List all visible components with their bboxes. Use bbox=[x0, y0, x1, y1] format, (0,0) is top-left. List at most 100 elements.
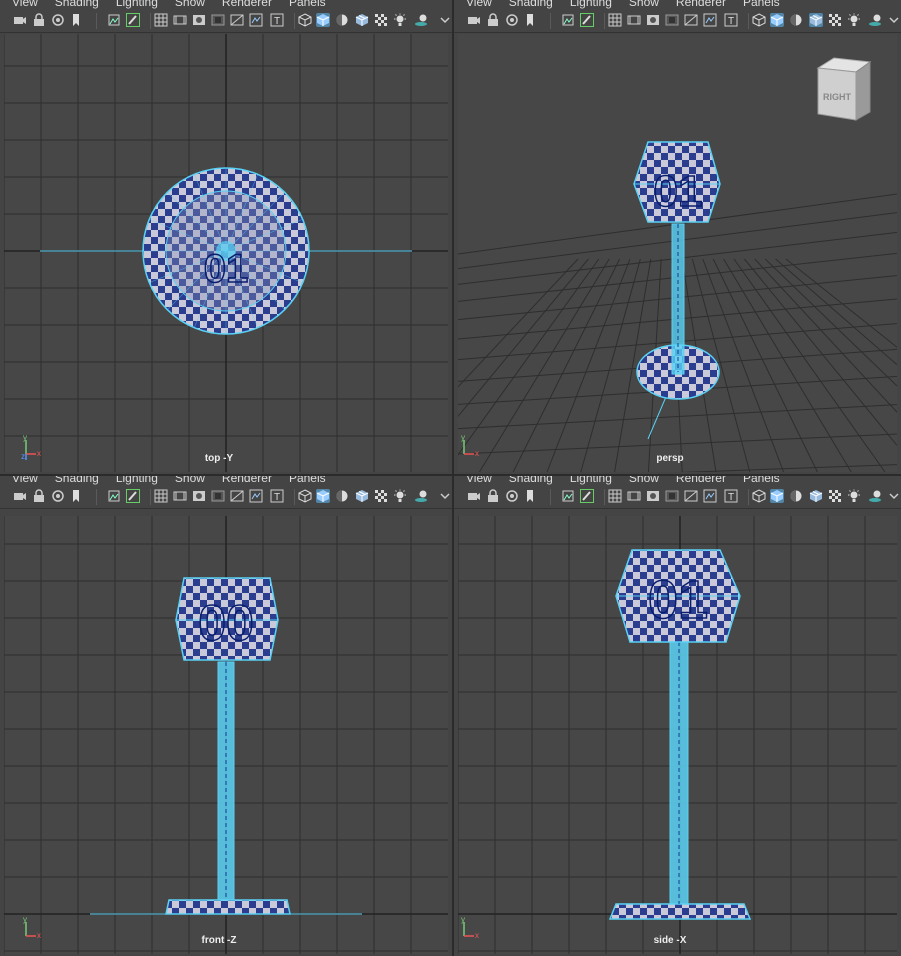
camera-icon[interactable] bbox=[467, 489, 481, 503]
field-chart-icon[interactable] bbox=[684, 489, 698, 503]
camera-lock-icon[interactable] bbox=[32, 489, 46, 503]
axis-gizmo: yx bbox=[20, 915, 46, 942]
textured-icon[interactable] bbox=[828, 13, 842, 27]
smooth-shade-icon[interactable] bbox=[316, 13, 330, 27]
viewport-front[interactable]: 00 front -Z y x bbox=[4, 516, 448, 954]
axis-y-label: y bbox=[23, 916, 27, 924]
camera-lock-icon[interactable] bbox=[486, 489, 500, 503]
textured-icon[interactable] bbox=[828, 489, 842, 503]
film-gate-icon[interactable] bbox=[173, 13, 187, 27]
camera-attributes-icon[interactable] bbox=[505, 13, 519, 27]
toolbar-overflow-icon[interactable] bbox=[438, 489, 452, 503]
default-material-icon[interactable] bbox=[789, 489, 803, 503]
safe-action-icon[interactable] bbox=[703, 489, 717, 503]
toolbar-overflow-icon[interactable] bbox=[887, 489, 901, 503]
image-plane-icon[interactable] bbox=[561, 489, 575, 503]
wireframe-on-shaded-icon[interactable] bbox=[809, 489, 823, 503]
resolution-gate-icon[interactable] bbox=[192, 489, 206, 503]
safe-action-icon[interactable] bbox=[703, 13, 717, 27]
grid-icon[interactable] bbox=[608, 13, 622, 27]
use-all-lights-icon[interactable] bbox=[847, 13, 861, 27]
resolution-gate-icon[interactable] bbox=[646, 489, 660, 503]
toolbar-overflow-icon[interactable] bbox=[887, 13, 901, 27]
camera-icon[interactable] bbox=[13, 13, 27, 27]
resolution-gate-icon[interactable] bbox=[646, 13, 660, 27]
shadows-icon[interactable] bbox=[414, 13, 428, 27]
grid-icon[interactable] bbox=[608, 489, 622, 503]
grease-pencil-icon[interactable] bbox=[580, 489, 594, 503]
textured-icon[interactable] bbox=[374, 489, 388, 503]
axis-y-label: y bbox=[23, 434, 27, 442]
resolution-gate-icon[interactable] bbox=[192, 13, 206, 27]
toolbar-separator bbox=[604, 489, 605, 505]
wireframe-icon[interactable] bbox=[752, 13, 766, 27]
camera-icon[interactable] bbox=[467, 13, 481, 27]
grid-icon[interactable] bbox=[154, 489, 168, 503]
field-chart-icon[interactable] bbox=[230, 489, 244, 503]
smooth-shade-icon[interactable] bbox=[770, 13, 784, 27]
view-cube[interactable]: RIGHT bbox=[808, 54, 872, 129]
toolbar-separator bbox=[748, 489, 749, 505]
bookmark-icon[interactable] bbox=[523, 13, 537, 27]
toolbar-overflow-icon[interactable] bbox=[438, 13, 452, 27]
wireframe-icon[interactable] bbox=[298, 489, 312, 503]
camera-attributes-icon[interactable] bbox=[51, 489, 65, 503]
safe-title-icon[interactable]: T bbox=[724, 13, 738, 27]
camera-lock-icon[interactable] bbox=[486, 13, 500, 27]
safe-title-icon[interactable]: T bbox=[270, 13, 284, 27]
bookmark-icon[interactable] bbox=[69, 13, 83, 27]
camera-attributes-icon[interactable] bbox=[505, 489, 519, 503]
toolbar-separator bbox=[604, 13, 605, 29]
default-material-icon[interactable] bbox=[335, 489, 349, 503]
grease-pencil-icon[interactable] bbox=[126, 13, 140, 27]
view-cube-label: RIGHT bbox=[823, 92, 852, 102]
film-gate-icon[interactable] bbox=[627, 13, 641, 27]
shadows-icon[interactable] bbox=[414, 489, 428, 503]
wireframe-on-shaded-icon[interactable] bbox=[809, 13, 823, 27]
image-plane-icon[interactable] bbox=[107, 489, 121, 503]
film-gate-icon[interactable] bbox=[627, 489, 641, 503]
use-all-lights-icon[interactable] bbox=[393, 13, 407, 27]
camera-name-label: side -X bbox=[653, 935, 687, 946]
grid-icon[interactable] bbox=[154, 13, 168, 27]
axis-y-label: y bbox=[461, 434, 465, 442]
field-chart-icon[interactable] bbox=[230, 13, 244, 27]
gate-mask-icon[interactable] bbox=[665, 489, 679, 503]
viewport-panel-persp: View Shading Lighting Show Renderer Panels T 01… bbox=[454, 0, 901, 474]
camera-attributes-icon[interactable] bbox=[51, 13, 65, 27]
textured-icon[interactable] bbox=[374, 13, 388, 27]
camera-icon[interactable] bbox=[13, 489, 27, 503]
use-all-lights-icon[interactable] bbox=[847, 489, 861, 503]
panel-toolbar: T bbox=[454, 10, 901, 33]
grease-pencil-icon[interactable] bbox=[126, 489, 140, 503]
viewport-persp[interactable]: 01 RIGHT persp y x bbox=[458, 34, 897, 472]
camera-lock-icon[interactable] bbox=[32, 13, 46, 27]
shadows-icon[interactable] bbox=[868, 489, 882, 503]
viewport-side[interactable]: 01 side -X y x bbox=[458, 516, 897, 954]
safe-action-icon[interactable] bbox=[249, 13, 263, 27]
wireframe-icon[interactable] bbox=[298, 13, 312, 27]
field-chart-icon[interactable] bbox=[684, 13, 698, 27]
gate-mask-icon[interactable] bbox=[211, 489, 225, 503]
bookmark-icon[interactable] bbox=[523, 489, 537, 503]
use-all-lights-icon[interactable] bbox=[393, 489, 407, 503]
wireframe-on-shaded-icon[interactable] bbox=[355, 489, 369, 503]
smooth-shade-icon[interactable] bbox=[316, 489, 330, 503]
gate-mask-icon[interactable] bbox=[211, 13, 225, 27]
default-material-icon[interactable] bbox=[789, 13, 803, 27]
safe-action-icon[interactable] bbox=[249, 489, 263, 503]
wireframe-icon[interactable] bbox=[752, 489, 766, 503]
safe-title-icon[interactable]: T bbox=[270, 489, 284, 503]
gate-mask-icon[interactable] bbox=[665, 13, 679, 27]
bookmark-icon[interactable] bbox=[69, 489, 83, 503]
film-gate-icon[interactable] bbox=[173, 489, 187, 503]
shadows-icon[interactable] bbox=[868, 13, 882, 27]
image-plane-icon[interactable] bbox=[561, 13, 575, 27]
viewport-top[interactable]: 01 top -Y y z x bbox=[4, 34, 448, 472]
smooth-shade-icon[interactable] bbox=[770, 489, 784, 503]
default-material-icon[interactable] bbox=[335, 13, 349, 27]
grease-pencil-icon[interactable] bbox=[580, 13, 594, 27]
safe-title-icon[interactable]: T bbox=[724, 489, 738, 503]
image-plane-icon[interactable] bbox=[107, 13, 121, 27]
wireframe-on-shaded-icon[interactable] bbox=[355, 13, 369, 27]
